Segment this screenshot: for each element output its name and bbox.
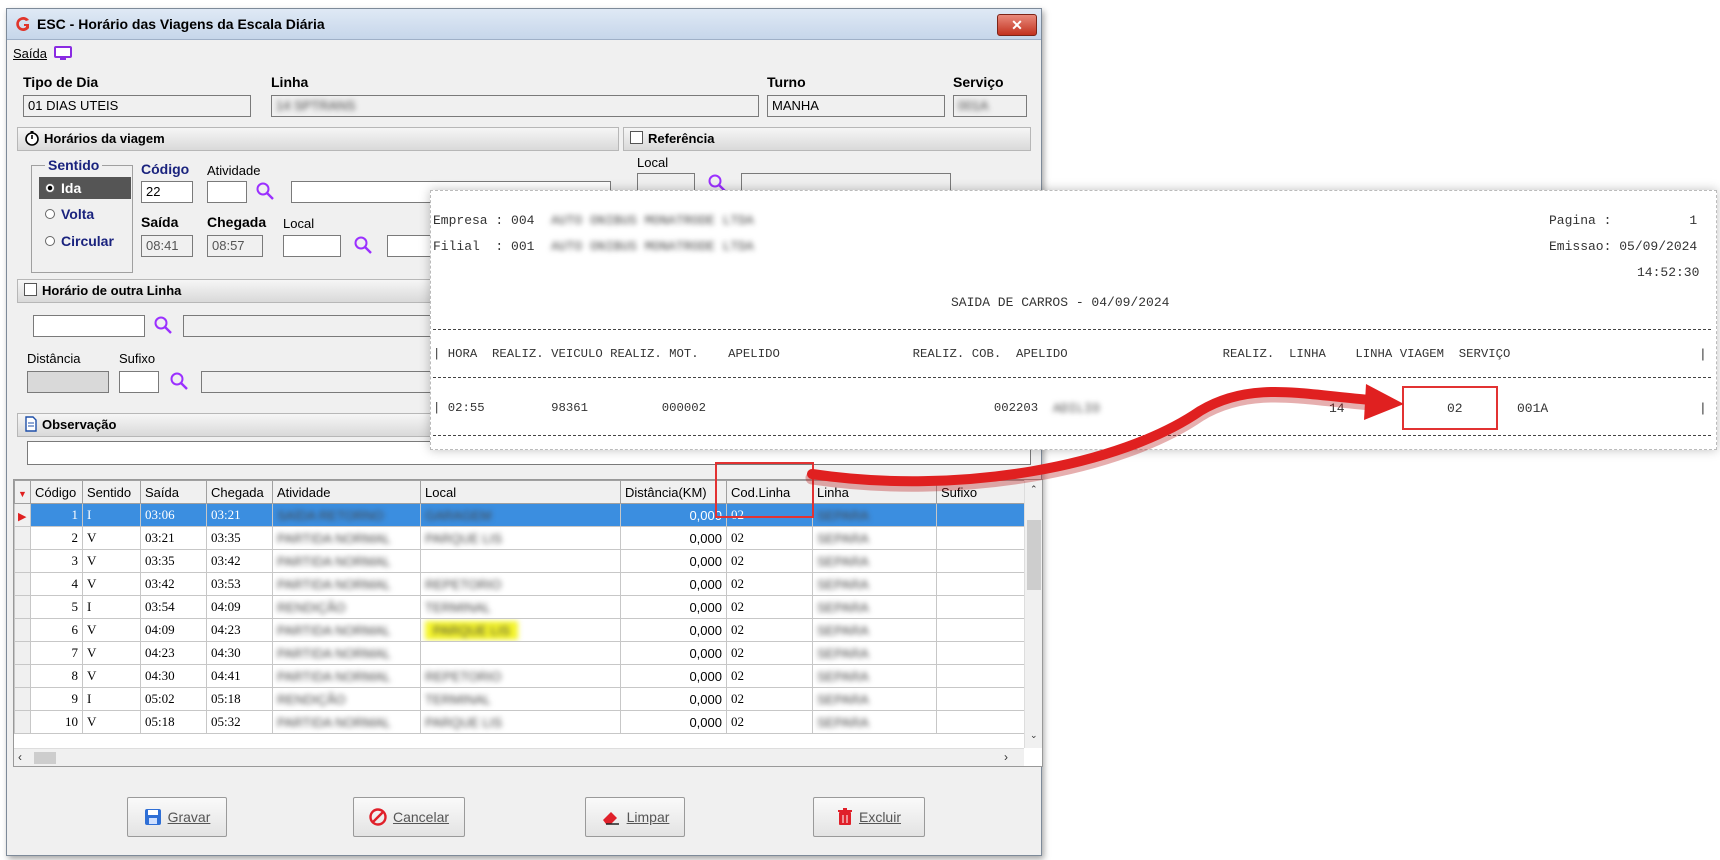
arrow-head xyxy=(1364,384,1404,420)
arrow-shadow xyxy=(805,389,1377,492)
callout-arrow xyxy=(805,384,1404,492)
